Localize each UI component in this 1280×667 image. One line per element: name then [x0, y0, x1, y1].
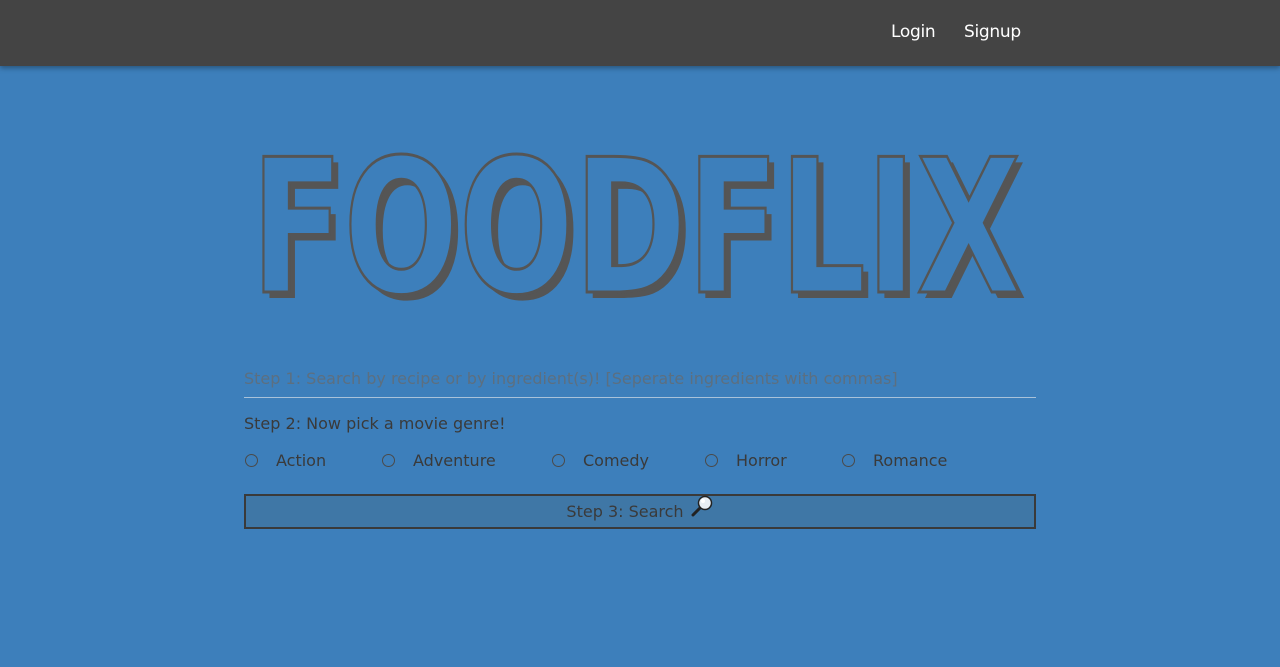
- magnifying-glass-icon: [690, 494, 714, 523]
- radio-button[interactable]: [245, 453, 258, 467]
- genre-label: Romance: [873, 450, 948, 470]
- radio-button[interactable]: [705, 453, 718, 467]
- radio-button[interactable]: [382, 453, 395, 467]
- radio-button[interactable]: [842, 453, 855, 467]
- genre-option-comedy[interactable]: Comedy: [552, 449, 649, 471]
- ingredient-search-input[interactable]: [244, 360, 1036, 398]
- genre-label: Horror: [736, 450, 787, 470]
- login-link[interactable]: Login: [891, 22, 936, 42]
- navbar: Login Signup: [0, 0, 1280, 66]
- signup-link[interactable]: Signup: [964, 22, 1021, 42]
- search-button-label: Step 3: Search: [566, 502, 684, 521]
- radio-button[interactable]: [552, 453, 565, 467]
- genre-option-adventure[interactable]: Adventure: [382, 449, 496, 471]
- logo-face-text: FOODFLIX: [251, 136, 1021, 308]
- genre-label: Adventure: [413, 450, 496, 470]
- genre-option-action[interactable]: Action: [245, 449, 326, 471]
- genre-option-horror[interactable]: Horror: [705, 449, 787, 471]
- search-button[interactable]: Step 3: Search: [244, 494, 1036, 529]
- step2-label: Step 2: Now pick a movie genre!: [244, 414, 506, 433]
- genre-label: Comedy: [583, 450, 650, 470]
- genre-label: Action: [276, 450, 327, 470]
- genre-option-romance[interactable]: Romance: [842, 449, 947, 471]
- foodflix-logo: FOODFLIX FOODFLIX: [244, 136, 1036, 308]
